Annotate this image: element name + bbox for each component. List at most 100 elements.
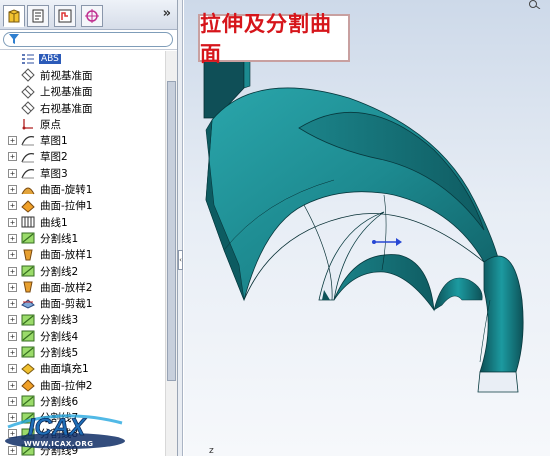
filter-icon bbox=[9, 34, 19, 44]
feature-tree-item-label: 曲面-放样1 bbox=[40, 249, 93, 262]
svg-text:ICAX: ICAX bbox=[28, 414, 87, 441]
feature-tree: ABS 前视基准面 上视基准面 右视基准面 原点 + 草图1 + 草图2 + 草图3 + 曲面-旋转1 +… bbox=[0, 51, 166, 456]
feature-tree-item[interactable]: + 曲面-拉伸1 bbox=[0, 198, 166, 214]
feature-tree-item-label: 草图2 bbox=[40, 151, 68, 164]
graphics-viewport[interactable]: 拉伸及分割曲面 z bbox=[184, 0, 550, 456]
feature-tree-item-label: 曲面-放样2 bbox=[40, 281, 93, 294]
plane-icon bbox=[20, 84, 36, 99]
feature-tree-item[interactable]: + 曲线1 bbox=[0, 214, 166, 230]
plane-icon bbox=[20, 68, 36, 83]
expand-toggle-icon[interactable]: + bbox=[8, 168, 17, 178]
annotation-title: 拉伸及分割曲面 bbox=[200, 12, 332, 66]
expand-toggle-icon[interactable]: + bbox=[8, 185, 17, 195]
expand-toggle-icon[interactable]: + bbox=[8, 380, 17, 390]
plane-icon bbox=[20, 101, 36, 115]
expand-toggle-icon[interactable]: + bbox=[8, 136, 17, 146]
configuration-manager-tab-icon[interactable] bbox=[54, 5, 76, 27]
feature-tree-item-label: 分割线4 bbox=[40, 330, 79, 343]
surface-model bbox=[203, 47, 524, 393]
expand-toggle-icon[interactable]: + bbox=[8, 266, 17, 276]
filter-row bbox=[0, 30, 177, 50]
feature-tree-item-label: 右视基准面 bbox=[40, 102, 93, 115]
fill-surface-icon bbox=[20, 362, 36, 376]
collapse-panel-button[interactable]: ‹ bbox=[178, 250, 183, 270]
feature-tree-item[interactable]: + 草图1 bbox=[0, 132, 166, 148]
expand-toggle-icon[interactable]: + bbox=[8, 364, 17, 374]
feature-tree-item[interactable]: + 曲面-旋转1 bbox=[0, 181, 166, 197]
feature-tree-item[interactable]: + 曲面-放样2 bbox=[0, 279, 166, 295]
trim-surface-icon bbox=[20, 296, 36, 310]
expand-toggle-icon[interactable]: + bbox=[8, 299, 17, 309]
origin-icon bbox=[20, 117, 36, 131]
expand-toggle-icon[interactable]: + bbox=[8, 315, 17, 325]
panel-tab-bar: » bbox=[0, 0, 177, 30]
feature-tree-item-label: 曲面填充1 bbox=[40, 363, 89, 376]
feature-tree-item[interactable]: + 曲面-拉伸2 bbox=[0, 377, 166, 393]
expand-toggle-icon[interactable]: + bbox=[8, 201, 17, 211]
feature-tree-item-label: 曲面-拉伸1 bbox=[40, 200, 93, 213]
expand-toggle-icon[interactable]: + bbox=[8, 233, 17, 243]
expand-toggle-icon[interactable]: + bbox=[8, 282, 17, 292]
feature-manager-tab-icon[interactable] bbox=[3, 5, 25, 27]
panel-splitter[interactable]: ‹ bbox=[178, 0, 183, 456]
feature-tree-item[interactable]: ABS bbox=[0, 51, 166, 67]
extrude-surface-icon bbox=[20, 378, 36, 392]
curve-icon bbox=[20, 215, 36, 229]
filter-input[interactable] bbox=[3, 32, 173, 47]
dimxpert-manager-tab-icon[interactable] bbox=[81, 5, 103, 27]
feature-tree-item[interactable]: + 草图2 bbox=[0, 149, 166, 165]
split-line-icon bbox=[20, 231, 36, 245]
loft-surface-icon bbox=[20, 280, 36, 294]
view-orientation-icon[interactable] bbox=[528, 0, 542, 9]
expand-toggle-icon[interactable]: + bbox=[8, 152, 17, 162]
tree-scrollbar-thumb[interactable] bbox=[167, 81, 176, 381]
feature-tree-item[interactable]: + 分割线1 bbox=[0, 230, 166, 246]
loft-surface-icon bbox=[20, 248, 36, 262]
feature-tree-item[interactable]: + 曲面-剪裁1 bbox=[0, 295, 166, 311]
feature-tree-item-label: 上视基准面 bbox=[40, 86, 93, 99]
feature-tree-item[interactable]: + 曲面填充1 bbox=[0, 361, 166, 377]
feature-tree-item[interactable]: + 分割线5 bbox=[0, 344, 166, 360]
tree-scrollbar[interactable] bbox=[165, 51, 177, 456]
more-tabs-button[interactable]: » bbox=[163, 6, 171, 21]
feature-tree-item[interactable]: + 分割线4 bbox=[0, 328, 166, 344]
revolve-surface-icon bbox=[20, 182, 36, 196]
feature-tree-item-label: 分割线1 bbox=[40, 232, 79, 245]
material-icon bbox=[20, 52, 36, 66]
feature-tree-item[interactable]: + 曲面-放样1 bbox=[0, 247, 166, 263]
expand-toggle-icon[interactable]: + bbox=[8, 331, 17, 341]
feature-manager-panel: » ABS 前视基准面上视基准面右视基准面原点 + 草图1 + 草图2 + 草图3 + 曲面-旋转… bbox=[0, 0, 178, 456]
expand-toggle-icon[interactable]: + bbox=[8, 250, 17, 260]
feature-tree-item[interactable]: 右视基准面 bbox=[0, 100, 166, 116]
feature-tree-item-label: 曲面-拉伸2 bbox=[40, 379, 93, 392]
feature-tree-item[interactable]: + 分割线3 bbox=[0, 312, 166, 328]
axis-label: z bbox=[209, 446, 214, 456]
feature-tree-item-label: 曲线1 bbox=[40, 216, 68, 229]
feature-tree-item-label: ABS bbox=[39, 54, 61, 65]
feature-tree-item-label: 分割线2 bbox=[40, 265, 79, 278]
expand-toggle-icon[interactable]: + bbox=[8, 347, 17, 357]
split-line-icon bbox=[20, 329, 36, 343]
split-line-icon bbox=[20, 313, 36, 327]
sketch-icon bbox=[20, 166, 36, 180]
feature-tree-item[interactable]: 上视基准面 bbox=[0, 84, 166, 100]
feature-tree-item-label: 前视基准面 bbox=[40, 69, 93, 82]
expand-toggle-icon[interactable]: + bbox=[8, 217, 17, 227]
feature-tree-item-label: 草图3 bbox=[40, 167, 68, 180]
sketch-icon bbox=[20, 133, 36, 147]
feature-tree-item-label: 分割线3 bbox=[40, 314, 79, 327]
sketch-icon bbox=[20, 150, 36, 164]
feature-tree-item[interactable]: 前视基准面 bbox=[0, 67, 166, 83]
feature-tree-item[interactable]: 原点 bbox=[0, 116, 166, 132]
feature-tree-item-label: 草图1 bbox=[40, 135, 68, 148]
feature-tree-item[interactable]: + 草图3 bbox=[0, 165, 166, 181]
feature-tree-item-label: 分割线5 bbox=[40, 346, 79, 359]
property-manager-tab-icon[interactable] bbox=[27, 5, 49, 27]
feature-tree-item-label: 曲面-旋转1 bbox=[40, 184, 93, 197]
feature-tree-item-label: 曲面-剪裁1 bbox=[40, 298, 93, 311]
annotation-title-box: 拉伸及分割曲面 bbox=[198, 12, 350, 66]
split-line-icon bbox=[20, 345, 36, 359]
feature-tree-item[interactable]: + 分割线2 bbox=[0, 263, 166, 279]
feature-tree-item-label: 原点 bbox=[40, 118, 61, 131]
split-line-icon bbox=[20, 264, 36, 278]
